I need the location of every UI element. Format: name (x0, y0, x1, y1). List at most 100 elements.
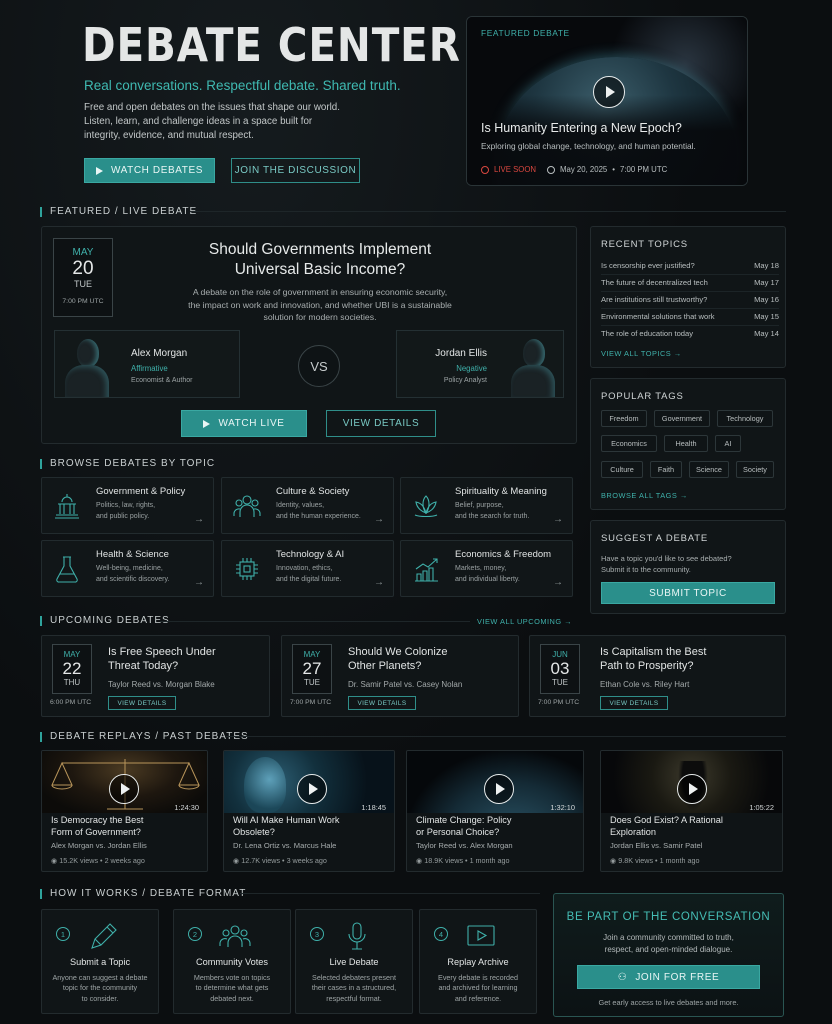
topic-title: Culture & Society (276, 486, 350, 497)
upcoming-title: Is Free Speech Under Threat Today? (108, 645, 216, 673)
upcoming-title-line: Is Free Speech Under (108, 646, 216, 658)
topic-title: Spirituality & Meaning (455, 486, 547, 497)
step-desc-line: and reference. (454, 993, 502, 1003)
tag-chip[interactable]: Economics (601, 435, 657, 452)
debater-negative[interactable]: Jordan Ellis Negative Policy Analyst (396, 330, 564, 398)
recent-topic-item[interactable]: Is censorship ever justified? May 18 (601, 261, 779, 275)
step-number: 3 (310, 927, 324, 941)
replay-title-line: Exploration (610, 827, 656, 837)
topic-desc-line: Well-being, medicine, (96, 565, 163, 572)
topic-desc-line: and the digital future. (276, 575, 342, 583)
replay-meta: ◉ 18.9K views • 1 month ago (416, 856, 510, 865)
play-button-icon[interactable] (677, 774, 707, 804)
join-for-free-button[interactable]: ⚇ JOIN FOR FREE (577, 965, 760, 989)
replay-title-line: Obsolete? (233, 827, 275, 837)
section-label: FEATURED / LIVE DEBATE (50, 206, 198, 217)
browse-all-tags-link[interactable]: BROWSE ALL TAGS → (601, 491, 688, 500)
recent-topic-item[interactable]: Environmental solutions that work May 15 (601, 312, 779, 326)
upcoming-debaters: Dr. Samir Patel vs. Casey Nolan (348, 680, 463, 689)
upcoming-title: Should We Colonize Other Planets? (348, 645, 447, 673)
topic-desc: Markets, money, and individual liberty. (455, 564, 565, 585)
recent-topics-panel: RECENT TOPICS Is censorship ever justifi… (590, 226, 786, 368)
join-discussion-button[interactable]: JOIN THE DISCUSSION (231, 158, 360, 183)
section-label: DEBATE REPLAYS / PAST DEBATES (50, 731, 249, 742)
view-all-upcoming-link[interactable]: VIEW ALL UPCOMING → (477, 617, 572, 626)
tag-chip[interactable]: Freedom (601, 410, 647, 427)
date-month: MAY (303, 650, 321, 659)
debater-affirmative[interactable]: Alex Morgan Affirmative Economist & Auth… (54, 330, 240, 398)
view-all-topics-link[interactable]: VIEW ALL TOPICS → (601, 349, 682, 358)
tag-chip[interactable]: Technology (717, 410, 773, 427)
recent-topic-item[interactable]: The future of decentralized tech May 17 (601, 278, 779, 292)
debate-title-line: Universal Basic Income? (234, 261, 406, 278)
topic-desc-line: and the search for truth. (455, 512, 530, 520)
versus-badge: VS (298, 345, 340, 387)
topic-card-technology[interactable]: Technology & AI Innovation, ethics, and t… (221, 540, 394, 597)
suggest-debate-panel: SUGGEST A DEBATE Have a topic you'd like… (590, 520, 786, 614)
step-desc-line: Selected debaters present (312, 973, 396, 982)
replay-card[interactable]: 1:32:10 Climate Change: Policy or Persona… (406, 750, 584, 872)
recent-topic-date: May 17 (754, 278, 779, 287)
topic-card-spirituality[interactable]: Spirituality & Meaning Belief, purpose, a… (400, 477, 573, 534)
view-details-button[interactable]: VIEW DETAILS (326, 410, 436, 437)
topic-card-government[interactable]: Government & Policy Politics, law, right… (41, 477, 214, 534)
debate-description: A debate on the role of government in en… (140, 286, 500, 324)
recent-topic-item[interactable]: Are institutions still trustworthy? May 1… (601, 295, 779, 309)
replay-meta: ◉ 9.8K views • 1 month ago (610, 856, 700, 865)
divider (226, 736, 786, 737)
play-button-icon[interactable] (297, 774, 327, 804)
recent-topic-title: Are institutions still trustworthy? (601, 295, 708, 304)
topic-desc: Innovation, ethics, and the digital futur… (276, 564, 386, 585)
debate-desc-line: the impact on work and innovation, and w… (188, 299, 452, 310)
upcoming-date-box: JUN 03 TUE (540, 644, 580, 694)
date-month: MAY (72, 247, 94, 258)
recent-topic-date: May 18 (754, 261, 779, 270)
watch-live-button[interactable]: WATCH LIVE (181, 410, 307, 437)
step-desc: Anyone can suggest a debate topic for the… (48, 973, 152, 1004)
step-title: Live Debate (329, 957, 379, 967)
date-day: 22 (62, 659, 82, 678)
replay-card[interactable]: 1:24:30 Is Democracy the Best Form of Gov… (41, 750, 208, 872)
view-details-button[interactable]: VIEW DETAILS (108, 696, 176, 710)
replay-views: 12.7K views (241, 856, 281, 865)
topic-card-economics[interactable]: Economics & Freedom Markets, money, and i… (400, 540, 573, 597)
upcoming-debate-card[interactable]: MAY 22 THU 6:00 PM UTC Is Free Speech Unde… (41, 635, 270, 717)
suggest-text-line: Submit it to the community. (601, 565, 691, 574)
upcoming-debate-card[interactable]: MAY 27 TUE 7:00 PM UTC Should We Colonize O… (281, 635, 519, 717)
tag-chip[interactable]: Society (736, 461, 774, 478)
play-button-icon[interactable] (484, 774, 514, 804)
pencil-icon (91, 923, 117, 949)
recent-topic-title: The future of decentralized tech (601, 278, 708, 287)
featured-title[interactable]: Is Humanity Entering a New Epoch? (481, 121, 682, 135)
view-details-button[interactable]: VIEW DETAILS (348, 696, 416, 710)
replay-card[interactable]: 1:05:22 Does God Exist? A Rational Explor… (600, 750, 783, 872)
separator-dot: • (612, 165, 615, 174)
replay-card[interactable]: 1:18:45 Will AI Make Human Work Obsolete?… (223, 750, 395, 872)
watch-live-label: WATCH LIVE (218, 418, 285, 429)
upcoming-title-line: Is Capitalism the Best (600, 646, 707, 658)
watch-debates-button[interactable]: WATCH DEBATES (84, 158, 215, 183)
topic-card-health[interactable]: Health & Science Well-being, medicine, an… (41, 540, 214, 597)
play-button-icon[interactable] (593, 76, 625, 108)
tag-chip[interactable]: Science (689, 461, 729, 478)
play-button-icon[interactable] (109, 774, 139, 804)
view-details-button[interactable]: VIEW DETAILS (600, 696, 668, 710)
step-number: 1 (56, 927, 70, 941)
arrow-right-icon: → (374, 514, 384, 525)
tag-chip[interactable]: AI (715, 435, 741, 452)
topic-card-culture[interactable]: Culture & Society Identity, values, and t… (221, 477, 394, 534)
recent-topic-item[interactable]: The role of education today May 14 (601, 329, 779, 342)
tag-chip[interactable]: Faith (650, 461, 682, 478)
tag-chip[interactable]: Government (654, 410, 710, 427)
upcoming-debaters: Ethan Cole vs. Riley Hart (600, 680, 690, 689)
clock-icon (547, 165, 555, 174)
upcoming-debate-card[interactable]: JUN 03 TUE 7:00 PM UTC Is Capitalism the B… (529, 635, 786, 717)
tag-chip[interactable]: Health (664, 435, 708, 452)
debater-side: Negative (456, 364, 487, 373)
featured-debate-card[interactable]: FEATURED DEBATE Is Humanity Entering a N… (466, 16, 748, 186)
submit-topic-button[interactable]: SUBMIT TOPIC (601, 582, 775, 604)
hero-subtitle: Real conversations. Respectful debate. S… (84, 78, 401, 93)
replay-title: Does God Exist? A Rational Exploration (610, 814, 760, 838)
tag-chip[interactable]: Culture (601, 461, 643, 478)
replay-debaters: Dr. Lena Ortiz vs. Marcus Hale (233, 841, 337, 850)
